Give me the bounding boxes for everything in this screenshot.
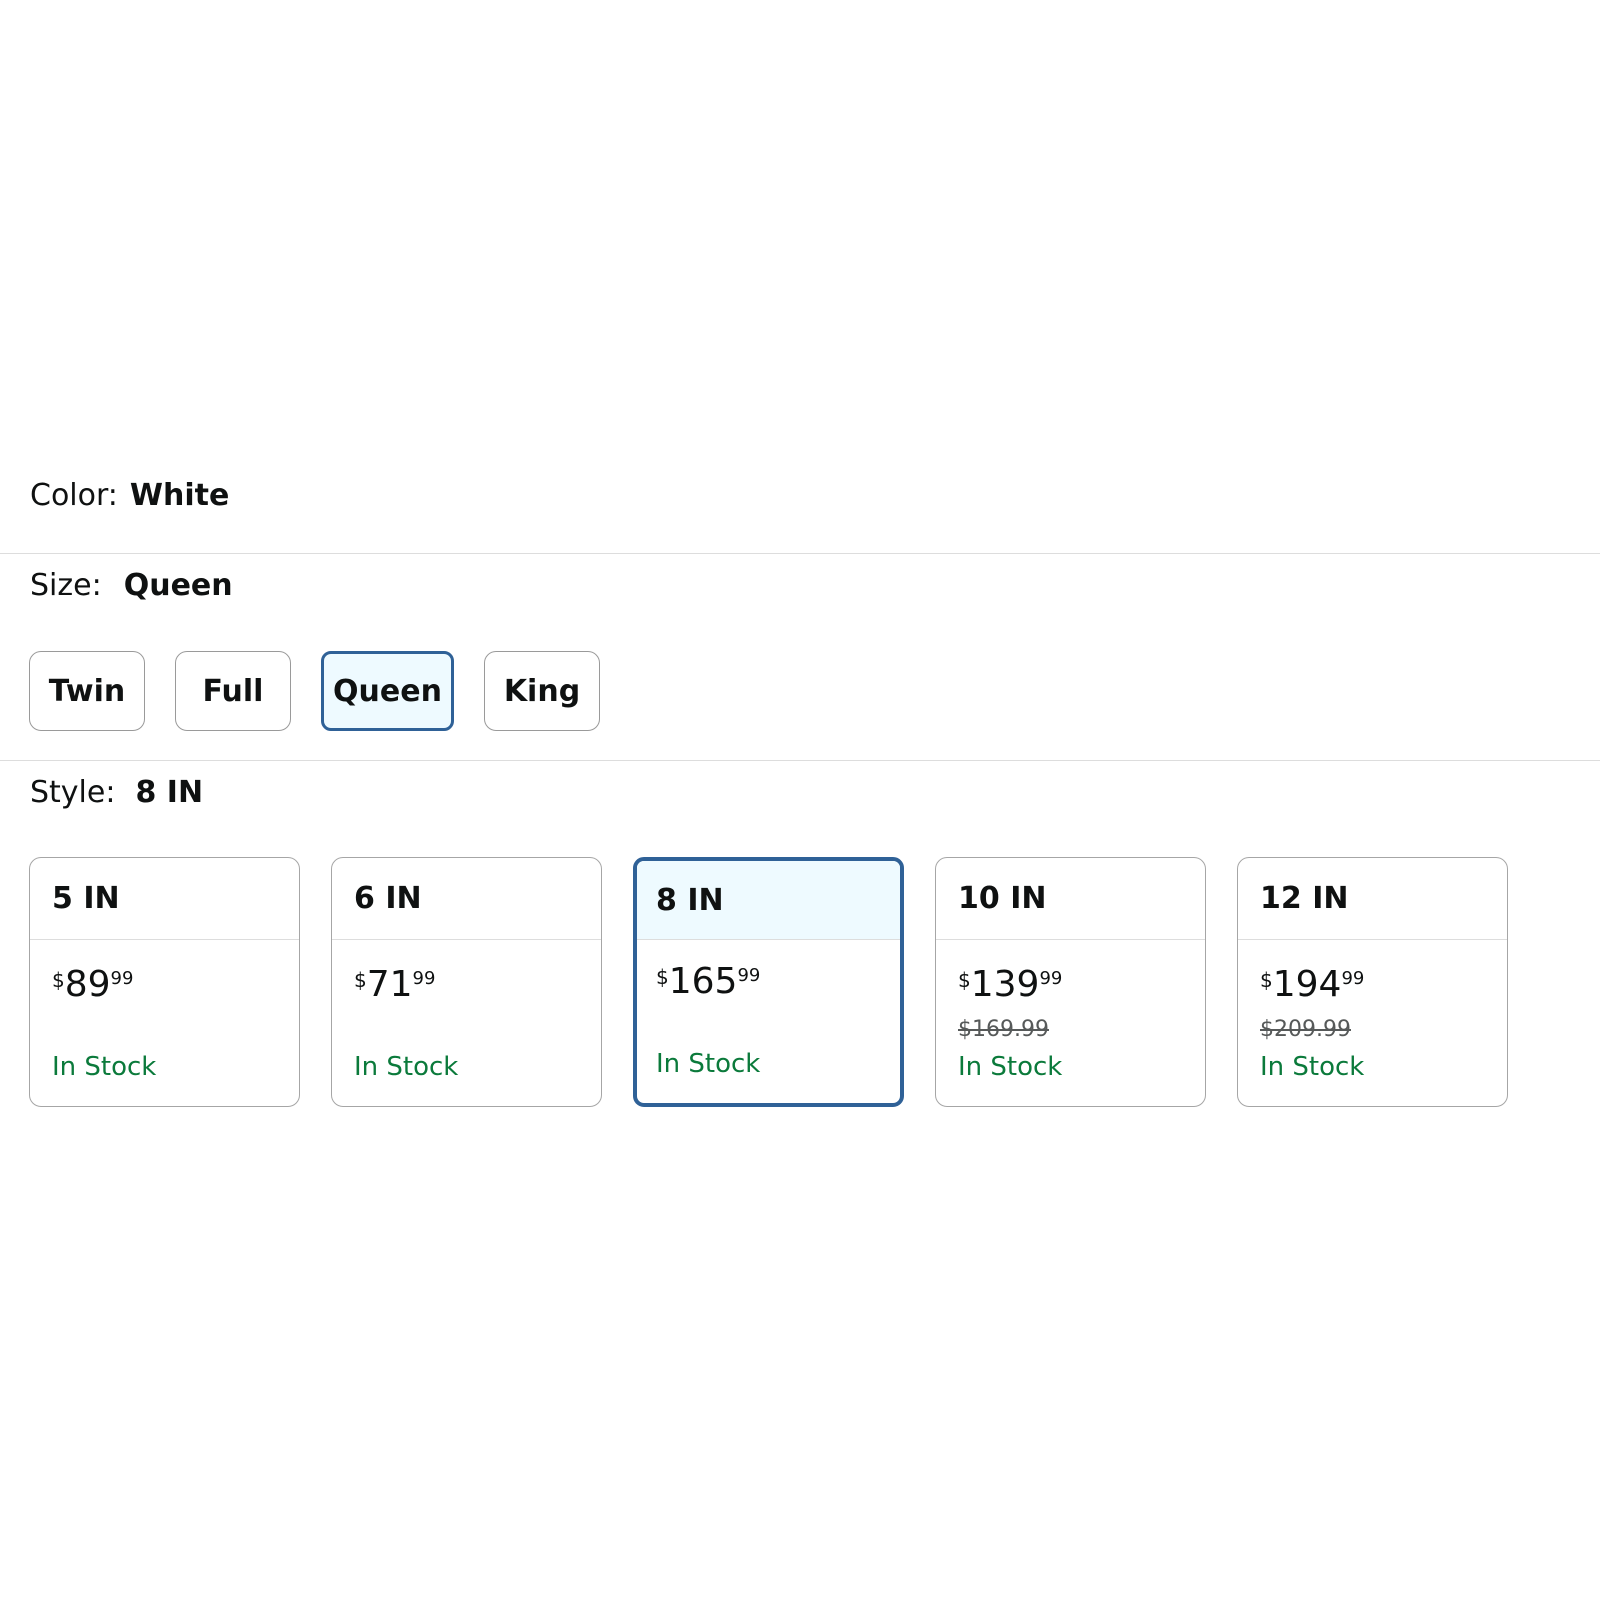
size-label: Size: bbox=[30, 568, 102, 603]
divider bbox=[0, 760, 1600, 761]
price-fraction: 99 bbox=[737, 965, 761, 986]
price-whole: 165 bbox=[668, 961, 738, 1002]
size-option-label: King bbox=[503, 673, 581, 709]
stock-status: In Stock bbox=[354, 1052, 459, 1082]
size-option-queen[interactable]: Queen bbox=[321, 651, 454, 731]
style-option-10-in[interactable]: 10 IN $13999 $169.99 In Stock bbox=[935, 857, 1206, 1107]
style-option-5-in[interactable]: 5 IN $8999 In Stock bbox=[29, 857, 300, 1107]
list-price: $209.99 bbox=[1260, 1017, 1351, 1042]
color-label: Color: bbox=[30, 478, 118, 513]
price-currency: $ bbox=[52, 968, 65, 992]
price-whole: 89 bbox=[64, 964, 111, 1005]
style-value: 8 IN bbox=[135, 775, 204, 810]
style-row: Style: 8 IN bbox=[30, 775, 203, 810]
price-currency: $ bbox=[656, 965, 669, 989]
size-options: Twin Full Queen King bbox=[29, 651, 600, 731]
stock-status: In Stock bbox=[958, 1052, 1063, 1082]
price: $8999 bbox=[52, 964, 133, 1006]
price-whole: 71 bbox=[366, 964, 413, 1005]
size-option-full[interactable]: Full bbox=[175, 651, 291, 731]
price-whole: 139 bbox=[970, 964, 1040, 1005]
style-option-8-in[interactable]: 8 IN $16599 In Stock bbox=[633, 857, 904, 1107]
style-options: 5 IN $8999 In Stock 6 IN $7199 In Stock … bbox=[29, 857, 1508, 1107]
style-option-title: 6 IN bbox=[332, 858, 601, 940]
price: $16599 bbox=[656, 961, 760, 1003]
style-option-12-in[interactable]: 12 IN $19499 $209.99 In Stock bbox=[1237, 857, 1508, 1107]
price-fraction: 99 bbox=[1341, 968, 1365, 989]
price-fraction: 99 bbox=[110, 968, 134, 989]
size-row: Size: Queen bbox=[30, 568, 233, 603]
price-fraction: 99 bbox=[412, 968, 436, 989]
size-option-label: Full bbox=[202, 673, 264, 709]
size-option-label: Twin bbox=[48, 673, 126, 709]
price-currency: $ bbox=[354, 968, 367, 992]
size-option-king[interactable]: King bbox=[484, 651, 600, 731]
style-option-title: 10 IN bbox=[936, 858, 1205, 940]
price-currency: $ bbox=[1260, 968, 1273, 992]
price-whole: 194 bbox=[1272, 964, 1342, 1005]
price-fraction: 99 bbox=[1039, 968, 1063, 989]
color-value: White bbox=[129, 478, 230, 513]
stock-status: In Stock bbox=[1260, 1052, 1365, 1082]
divider bbox=[0, 553, 1600, 554]
style-option-title: 8 IN bbox=[637, 861, 900, 940]
list-price: $169.99 bbox=[958, 1017, 1049, 1042]
size-option-label: Queen bbox=[333, 673, 442, 709]
size-value: Queen bbox=[123, 568, 233, 603]
price-currency: $ bbox=[958, 968, 971, 992]
color-row: Color: White bbox=[30, 478, 229, 513]
style-option-title: 5 IN bbox=[30, 858, 299, 940]
size-option-twin[interactable]: Twin bbox=[29, 651, 145, 731]
price: $7199 bbox=[354, 964, 435, 1006]
style-label: Style: bbox=[30, 775, 116, 810]
stock-status: In Stock bbox=[52, 1052, 157, 1082]
price: $19499 bbox=[1260, 964, 1364, 1006]
style-option-6-in[interactable]: 6 IN $7199 In Stock bbox=[331, 857, 602, 1107]
style-option-title: 12 IN bbox=[1238, 858, 1507, 940]
stock-status: In Stock bbox=[656, 1049, 761, 1079]
price: $13999 bbox=[958, 964, 1062, 1006]
